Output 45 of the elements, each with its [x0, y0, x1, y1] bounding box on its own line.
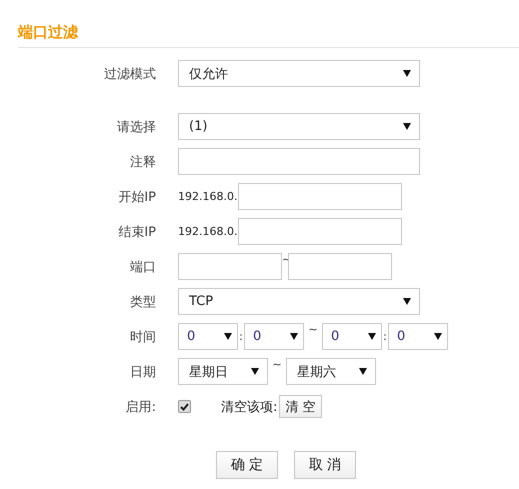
input-field[interactable] [238, 218, 402, 245]
ip-prefix: 192.168.0. [178, 225, 238, 238]
section-title: 端口过滤 [18, 22, 79, 42]
field-label: 启用: [124, 398, 156, 416]
field-label: 请选择 [116, 118, 156, 136]
clear-label: 清空该项: [221, 398, 278, 416]
dropdown[interactable]: 仅允许 [178, 60, 420, 87]
caret-icon [368, 333, 376, 340]
caret-icon [251, 368, 259, 375]
cancel-button[interactable]: 取 消 [294, 451, 356, 479]
field-label: 端口 [129, 258, 156, 276]
caret-icon [434, 333, 442, 340]
caret-icon [224, 333, 232, 340]
input-field[interactable] [178, 253, 282, 280]
input-field[interactable] [288, 253, 392, 280]
input-field[interactable] [238, 183, 402, 210]
dropdown[interactable]: 星期日 [178, 358, 268, 385]
field-label: 时间 [129, 328, 156, 346]
caret-icon [403, 298, 411, 305]
field-label: 结束IP [117, 224, 156, 240]
caret-icon [359, 368, 367, 375]
dropdown[interactable]: 0 [244, 323, 304, 350]
dropdown[interactable]: 0 [178, 323, 238, 350]
field-label: 注释 [129, 154, 156, 170]
caret-icon [403, 123, 411, 130]
dropdown[interactable]: 0 [322, 323, 382, 350]
dropdown[interactable]: 0 [388, 323, 448, 350]
confirm-button[interactable]: 确 定 [216, 451, 278, 479]
caret-icon [290, 333, 298, 340]
range-separator: ~ [307, 323, 319, 336]
field-label: 过滤模式 [103, 66, 156, 82]
dropdown[interactable]: (1) [178, 113, 420, 140]
field-label: 日期 [129, 364, 156, 380]
time-separator: : [238, 330, 244, 343]
field-label: 开始IP [117, 188, 156, 206]
ip-prefix: 192.168.0. [178, 190, 238, 203]
input-field[interactable] [178, 148, 420, 175]
dropdown[interactable]: 星期六 [286, 358, 376, 385]
dropdown[interactable]: TCP [178, 288, 420, 315]
time-separator: : [382, 330, 388, 343]
field-label: 类型 [129, 294, 156, 310]
caret-icon [403, 70, 411, 77]
clear-button[interactable]: 清 空 [279, 395, 322, 418]
range-separator: ~ [271, 358, 283, 371]
checkbox[interactable] [178, 400, 191, 413]
